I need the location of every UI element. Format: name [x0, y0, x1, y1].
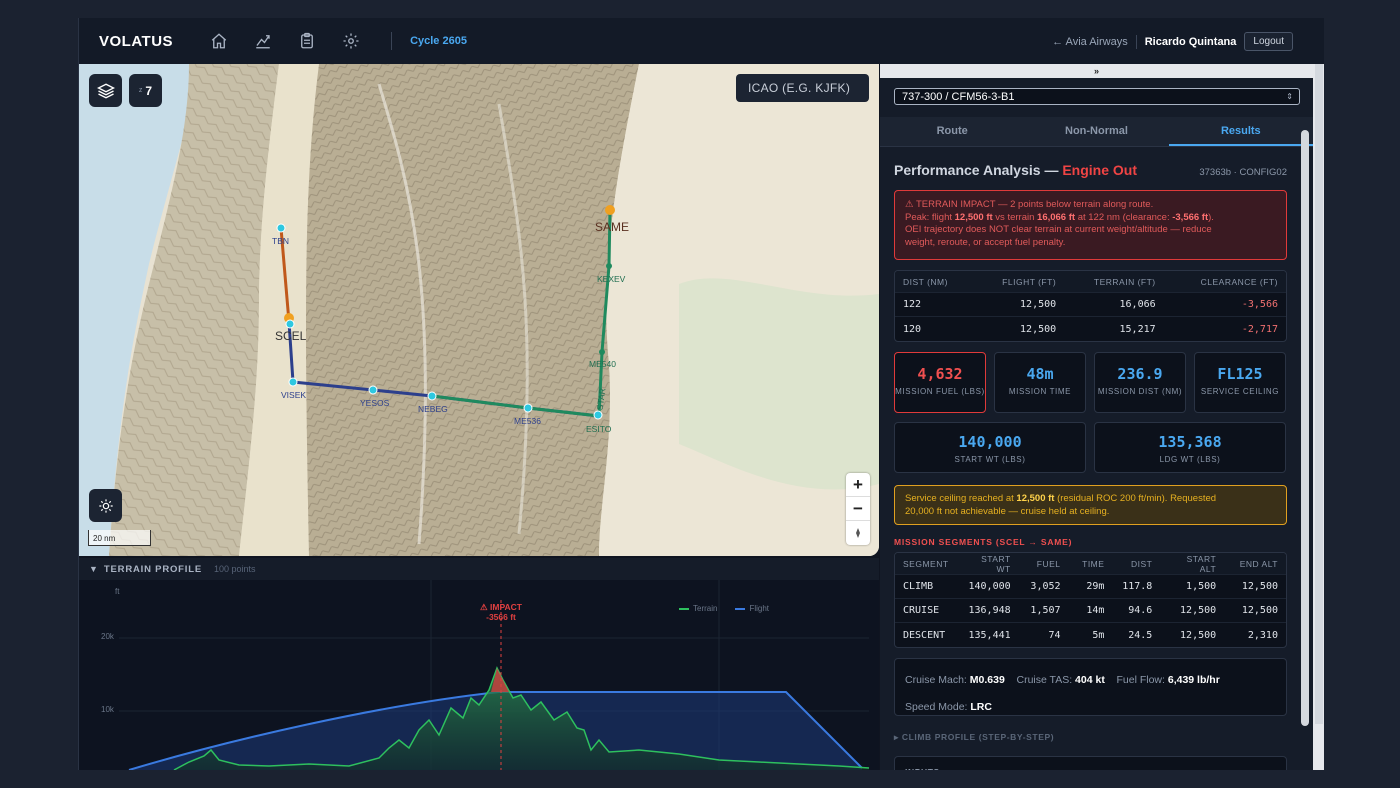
- user-separator: [1135, 34, 1137, 49]
- gear-icon[interactable]: [339, 29, 363, 53]
- start-weight-card: 140,000 START WT (LBS): [894, 422, 1086, 473]
- table-row[interactable]: CLIMB 140,000 3,052 29m 117.8 1,500 12,5…: [895, 575, 1286, 599]
- engine-out-label: Engine Out: [1062, 162, 1137, 178]
- zoom-in-button[interactable]: +: [846, 473, 870, 497]
- map-terrain: [79, 64, 879, 556]
- panel-tabs: Route Non-Normal Results: [880, 117, 1313, 147]
- zoom-level-indicator: z 7: [129, 74, 162, 107]
- sun-icon: [98, 498, 113, 513]
- table-row[interactable]: DESCENT 135,441 74 5m 24.5 12,500 2,310: [895, 623, 1286, 647]
- zoom-value: 7: [145, 83, 153, 98]
- waypoint-label[interactable]: SCEL: [275, 329, 306, 343]
- config-id: 37363b · CONFIG02: [1199, 167, 1287, 178]
- window-scrollbar[interactable]: [1313, 64, 1324, 770]
- layers-icon: [96, 82, 115, 99]
- panel-scrollbar[interactable]: [1301, 130, 1309, 726]
- waypoint-label[interactable]: TBN: [272, 236, 289, 246]
- mission-time-card: 48m MISSION TIME: [994, 352, 1086, 413]
- waypoint-label[interactable]: ME540: [589, 359, 616, 369]
- theme-toggle-button[interactable]: [89, 489, 122, 522]
- waypoint-label[interactable]: YESOS: [360, 398, 389, 408]
- tab-route[interactable]: Route: [880, 117, 1024, 146]
- table-header-row: DIST (NM) FLIGHT (FT) TERRAIN (FT) CLEAR…: [895, 271, 1286, 293]
- route-map[interactable]: TBN SCEL VISEK YESOS NEBEG ME536 ESITO S…: [79, 64, 879, 556]
- map-scale-bar: 20 nm: [88, 530, 151, 546]
- y-tick-label: 20k: [101, 632, 114, 641]
- terrain-profile-title: TERRAIN PROFILE: [103, 563, 202, 575]
- waypoint-label[interactable]: ME536: [514, 416, 541, 426]
- table-row[interactable]: 120 12,500 15,217 -2,717: [895, 317, 1286, 341]
- speed-mode: LRC: [970, 701, 992, 713]
- cruise-parameters: Cruise Mach: M0.639 Cruise TAS: 404 kt F…: [894, 658, 1287, 716]
- cruise-tas: 404 kt: [1075, 674, 1105, 686]
- mission-fuel-card: 4,632 MISSION FUEL (LBS): [894, 352, 986, 413]
- mission-dist-card: 236.9 MISSION DIST (NM): [1094, 352, 1186, 413]
- landing-weight-card: 135,368 LDG WT (LBS): [1094, 422, 1286, 473]
- waypoint-label[interactable]: NEBEG: [418, 404, 448, 414]
- climb-profile-toggle[interactable]: ▸ CLIMB PROFILE (STEP-BY-STEP): [894, 732, 1054, 743]
- terrain-point-count: 100 points: [213, 564, 256, 574]
- chart-icon[interactable]: [251, 29, 275, 53]
- tab-non-normal[interactable]: Non-Normal: [1024, 117, 1168, 146]
- layers-button[interactable]: [89, 74, 122, 107]
- cycle-link[interactable]: Cycle 2605: [410, 35, 467, 47]
- zoom-controls: + −: [846, 473, 870, 545]
- service-ceiling-warning: Service ceiling reached at 12,500 ft (re…: [894, 485, 1287, 525]
- terrain-profile-header[interactable]: ▼ TERRAIN PROFILE 100 points: [79, 558, 879, 580]
- user-name: Ricardo Quintana: [1144, 35, 1237, 48]
- chart-legend: Terrain Flight: [679, 604, 769, 613]
- logout-button[interactable]: Logout: [1244, 32, 1293, 51]
- nav-separator: [391, 32, 393, 50]
- service-ceiling-card: FL125 SERVICE CEILING: [1194, 352, 1286, 413]
- top-nav-bar: VOLATUS Cycle 2605 ← Avia Airways Ricard…: [79, 18, 1324, 64]
- inputs-section[interactable]: INPUTS: [894, 756, 1287, 770]
- airline-back-link[interactable]: ← Avia Airways: [1052, 36, 1128, 48]
- clipboard-icon[interactable]: [295, 29, 319, 53]
- legend-terrain: Terrain: [679, 604, 717, 613]
- terrain-profile-chart: ft 20k 10k ⚠ IMPACT -3566 ft Terrain Fli…: [79, 580, 879, 770]
- brand-logo[interactable]: VOLATUS: [99, 33, 173, 50]
- aircraft-select[interactable]: 737-300 / CFM56-3-B1 ⇕: [894, 88, 1300, 105]
- impact-label: ⚠ IMPACT -3566 ft: [469, 602, 533, 622]
- impact-table: DIST (NM) FLIGHT (FT) TERRAIN (FT) CLEAR…: [894, 270, 1287, 342]
- impact-value: -3566 ft: [486, 612, 516, 622]
- home-icon[interactable]: [207, 29, 231, 53]
- zoom-prefix: z: [138, 87, 143, 94]
- y-axis-unit: ft: [115, 587, 120, 596]
- compass-icon[interactable]: [846, 521, 870, 545]
- icao-search-input[interactable]: ICAO (E.G. KJFK): [736, 74, 869, 102]
- aircraft-value: 737-300 / CFM56-3-B1: [902, 90, 1015, 103]
- panel-collapse-button[interactable]: »: [880, 64, 1313, 78]
- table-row[interactable]: 122 12,500 16,066 -3,566: [895, 293, 1286, 317]
- performance-header: Performance Analysis — Engine Out 37363b…: [894, 162, 1287, 178]
- user-area: ← Avia Airways Ricardo Quintana Logout: [1052, 32, 1293, 51]
- segments-table: SEGMENT START WT FUEL TIME DIST START AL…: [894, 552, 1287, 648]
- segments-title: MISSION SEGMENTS (SCEL → SAME): [894, 537, 1073, 547]
- table-header-row: SEGMENT START WT FUEL TIME DIST START AL…: [895, 553, 1286, 575]
- select-chevron-icon: ⇕: [1286, 92, 1293, 101]
- app-window: VOLATUS Cycle 2605 ← Avia Airways Ricard…: [78, 18, 1324, 770]
- zoom-out-button[interactable]: −: [846, 497, 870, 521]
- legend-flight: Flight: [735, 604, 769, 613]
- tab-results[interactable]: Results: [1168, 117, 1313, 146]
- y-tick-label: 10k: [101, 705, 114, 714]
- fuel-flow: 6,439 lb/hr: [1167, 674, 1220, 686]
- nav-icons: [207, 29, 393, 53]
- waypoint-label[interactable]: KEXEV: [597, 274, 625, 284]
- waypoint-label[interactable]: VISEK: [281, 390, 306, 400]
- collapse-triangle-icon: ▼: [89, 564, 98, 574]
- results-panel: » 737-300 / CFM56-3-B1 ⇕ Route Non-Norma…: [880, 64, 1313, 770]
- waypoint-label[interactable]: SAME: [595, 220, 629, 234]
- performance-title: Performance Analysis — Engine Out: [894, 162, 1137, 178]
- waypoint-label[interactable]: ESITO: [586, 424, 611, 434]
- impact-title: ⚠ IMPACT: [480, 602, 522, 612]
- table-row[interactable]: CRUISE 136,948 1,507 14m 94.6 12,500 12,…: [895, 599, 1286, 623]
- terrain-impact-alert: ⚠ TERRAIN IMPACT — 2 points below terrai…: [894, 190, 1287, 260]
- cruise-mach: M0.639: [969, 674, 1005, 686]
